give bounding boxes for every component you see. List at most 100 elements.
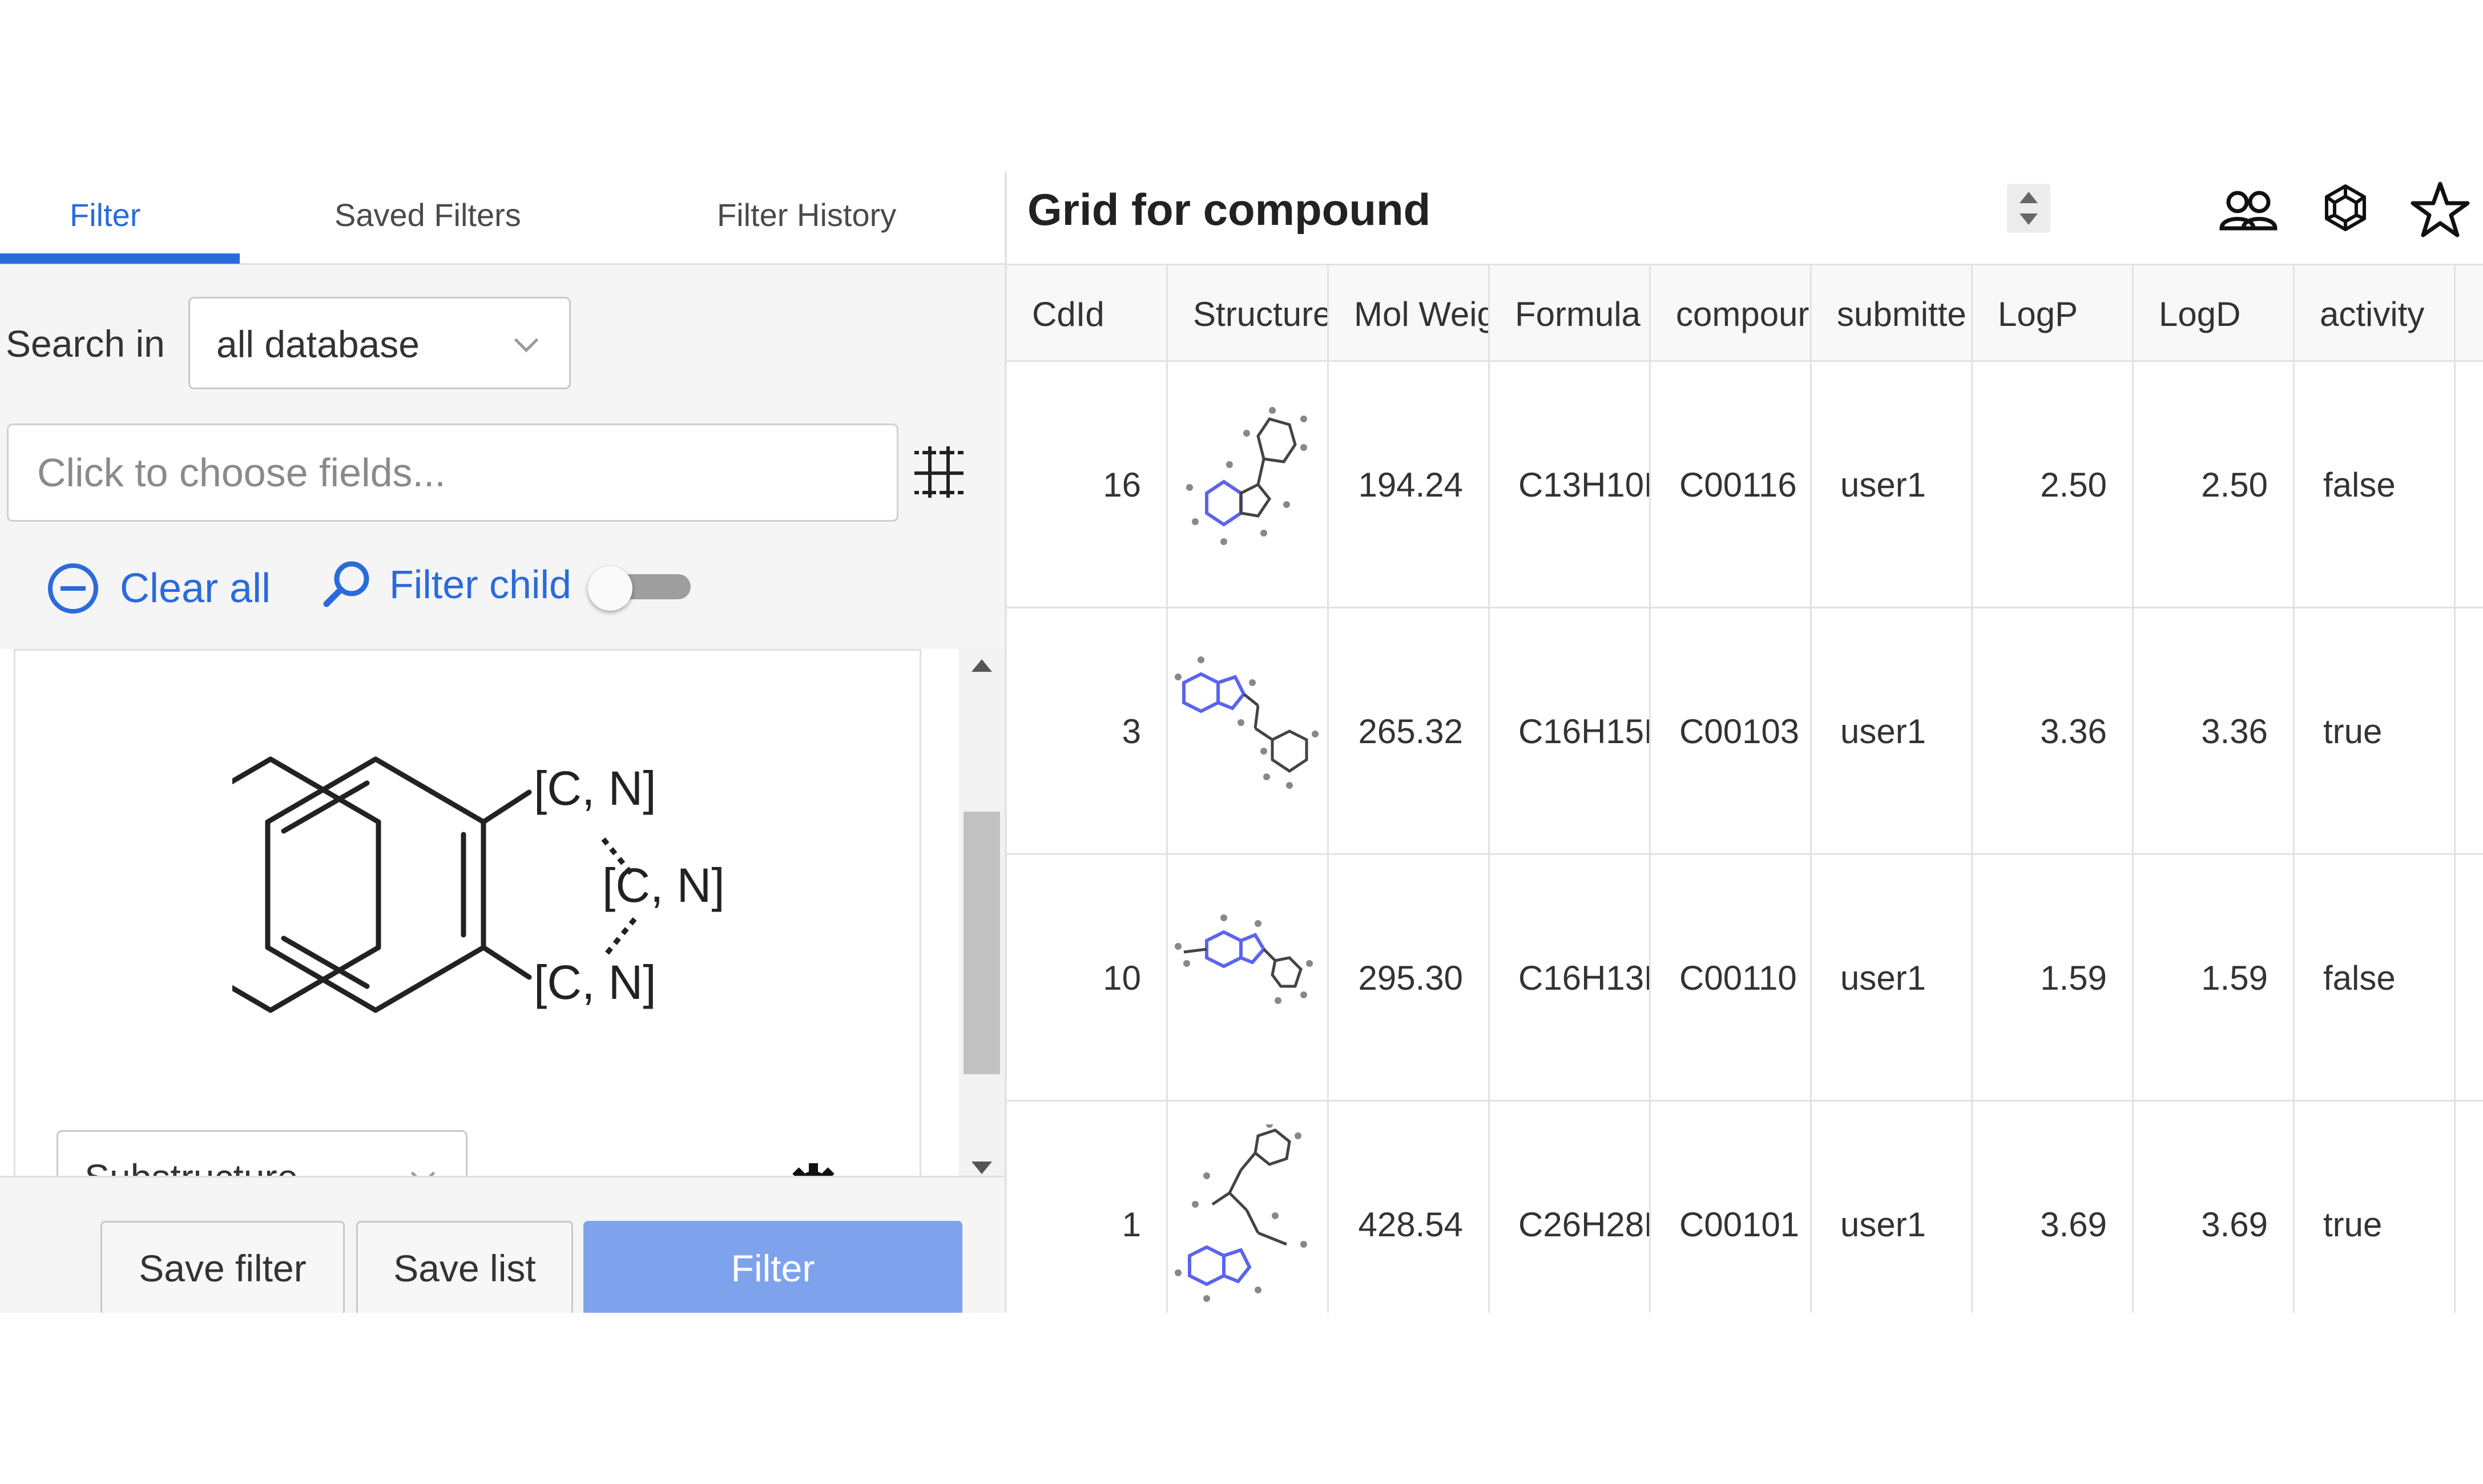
cell-cdid: 10 bbox=[1007, 855, 1168, 1102]
cell-next bbox=[2456, 855, 2483, 1102]
cell-compound: C00103 bbox=[1651, 608, 1812, 855]
table-row[interactable]: 10 295.30 C16H13N C00110 user1 1.59 1.59… bbox=[1007, 855, 2483, 1102]
scroll-down-arrow-icon[interactable] bbox=[972, 1162, 992, 1174]
cell-structure[interactable] bbox=[1168, 1102, 1329, 1313]
filter-actions: Save filter Save list Filter bbox=[0, 1176, 1005, 1313]
filter-child-label: Filter child bbox=[389, 562, 571, 607]
cell-next bbox=[2456, 1102, 2483, 1313]
filter-child-toggle[interactable] bbox=[588, 566, 691, 611]
cell-structure[interactable] bbox=[1168, 362, 1329, 608]
cell-submitter: user1 bbox=[1812, 362, 1973, 608]
table-row[interactable]: 16 194.24 C13H10N C00116 user1 2.50 2.50… bbox=[1007, 362, 2483, 608]
table-row[interactable]: 1 428.54 C26H28N C00101 user1 3.69 3.69 … bbox=[1007, 1102, 2483, 1313]
column-header-submitter[interactable]: submitte bbox=[1812, 265, 1973, 364]
chevron-down-icon bbox=[514, 328, 539, 353]
cell-submitter: user1 bbox=[1812, 855, 1973, 1102]
field-grid-icon[interactable] bbox=[913, 446, 965, 498]
structure-thumbnail bbox=[1175, 1124, 1307, 1302]
cell-formula: C16H13N bbox=[1490, 855, 1651, 1102]
column-header-formula[interactable]: Formula bbox=[1490, 265, 1651, 364]
cell-cdid: 1 bbox=[1007, 1102, 1168, 1313]
cell-structure[interactable] bbox=[1168, 855, 1329, 1102]
cell-logp: 3.69 bbox=[1973, 1102, 2134, 1313]
cell-activity: false bbox=[2295, 362, 2456, 608]
cell-logd: 3.69 bbox=[2134, 1102, 2295, 1313]
cell-logd: 1.59 bbox=[2134, 855, 2295, 1102]
cell-formula: C26H28N bbox=[1490, 1102, 1651, 1313]
filter-panel: Filter Saved Filters Filter History Sear… bbox=[0, 171, 1005, 1313]
cell-cdid: 3 bbox=[1007, 608, 1168, 855]
cell-logd: 3.36 bbox=[2134, 608, 2295, 855]
filter-tabs: Filter Saved Filters Filter History bbox=[0, 171, 1005, 265]
column-header-compound[interactable]: compour bbox=[1651, 265, 1812, 364]
clear-all-label: Clear all bbox=[120, 566, 271, 611]
cell-submitter: user1 bbox=[1812, 608, 1973, 855]
cell-compound: C00110 bbox=[1651, 855, 1812, 1102]
table-row[interactable]: 3 265.32 C16H15N C00103 user1 3.36 3.36 … bbox=[1007, 608, 2483, 855]
cell-logp: 1.59 bbox=[1973, 855, 2134, 1102]
molecule-icon[interactable] bbox=[2314, 179, 2377, 242]
benzene-ring: [C, N] [C, N] [C, N] bbox=[265, 756, 725, 1013]
cell-formula: C13H10N bbox=[1490, 362, 1651, 608]
sort-toggle[interactable] bbox=[2007, 184, 2050, 233]
users-icon[interactable] bbox=[2217, 179, 2280, 242]
query-atom-mid: [C, N] bbox=[602, 858, 725, 912]
cell-mol-weight: 428.54 bbox=[1329, 1102, 1490, 1313]
column-header-mol-weight[interactable]: Mol Weig bbox=[1329, 265, 1490, 364]
cell-formula: C16H15N bbox=[1490, 608, 1651, 855]
cell-activity: false bbox=[2295, 855, 2456, 1102]
cell-next bbox=[2456, 362, 2483, 608]
structure-thumbnail bbox=[1175, 914, 1313, 1004]
search-in-label: Search in bbox=[6, 322, 165, 365]
grid-panel: Grid for compound CdId Structure Mol Wei… bbox=[1007, 171, 2483, 1313]
cell-submitter: user1 bbox=[1812, 1102, 1973, 1313]
save-list-button[interactable]: Save list bbox=[356, 1221, 573, 1313]
active-tab-indicator bbox=[0, 253, 240, 264]
filter-controls: Search in all database Cle bbox=[0, 265, 1005, 649]
compound-grid: CdId Structure Mol Weig Formula compour … bbox=[1007, 264, 2483, 1313]
cell-activity: true bbox=[2295, 1102, 2456, 1313]
column-header-next[interactable] bbox=[2456, 265, 2483, 364]
cell-activity: true bbox=[2295, 608, 2456, 855]
column-header-logd[interactable]: LogD bbox=[2134, 265, 2295, 364]
column-header-logp[interactable]: LogP bbox=[1973, 265, 2134, 364]
cell-mol-weight: 194.24 bbox=[1329, 362, 1490, 608]
choose-fields-input[interactable] bbox=[7, 424, 898, 522]
structure-thumbnail bbox=[1175, 656, 1319, 789]
cell-mol-weight: 265.32 bbox=[1329, 608, 1490, 855]
query-structure-editor[interactable]: [C, N] [C, N] [C, N] Substructure bbox=[14, 649, 921, 1185]
search-icon bbox=[323, 561, 369, 607]
query-atom-top: [C, N] bbox=[534, 761, 656, 815]
filter-child-button[interactable]: Filter child bbox=[320, 553, 571, 616]
star-icon[interactable] bbox=[2409, 179, 2472, 242]
tab-filter-history[interactable]: Filter History bbox=[717, 196, 896, 233]
tab-filter[interactable]: Filter bbox=[70, 196, 140, 233]
cell-structure[interactable] bbox=[1168, 608, 1329, 855]
cell-compound: C00101 bbox=[1651, 1102, 1812, 1313]
cell-next bbox=[2456, 608, 2483, 855]
cell-compound: C00116 bbox=[1651, 362, 1812, 608]
clear-all-button[interactable]: Clear all bbox=[46, 557, 271, 620]
sort-up-icon bbox=[2020, 192, 2038, 203]
cell-cdid: 16 bbox=[1007, 362, 1168, 608]
toggle-knob bbox=[588, 566, 632, 611]
sort-down-icon bbox=[2020, 213, 2038, 225]
column-header-activity[interactable]: activity bbox=[2295, 265, 2456, 364]
cell-logp: 3.36 bbox=[1973, 608, 2134, 855]
structure-scrollbar[interactable] bbox=[959, 649, 1005, 1185]
cell-mol-weight: 295.30 bbox=[1329, 855, 1490, 1102]
cell-logd: 2.50 bbox=[2134, 362, 2295, 608]
database-select[interactable]: all database bbox=[188, 297, 571, 389]
database-select-value: all database bbox=[216, 323, 420, 365]
scroll-thumb[interactable] bbox=[964, 812, 1000, 1074]
structure-thumbnail bbox=[1186, 407, 1307, 545]
minus-circle-icon bbox=[48, 563, 98, 614]
filter-button[interactable]: Filter bbox=[583, 1221, 962, 1313]
column-header-cdid[interactable]: CdId bbox=[1007, 265, 1168, 364]
tab-saved-filters[interactable]: Saved Filters bbox=[334, 196, 521, 233]
column-header-structure[interactable]: Structure bbox=[1168, 265, 1329, 364]
save-filter-button[interactable]: Save filter bbox=[100, 1221, 345, 1313]
scroll-up-arrow-icon[interactable] bbox=[972, 659, 992, 672]
grid-header: CdId Structure Mol Weig Formula compour … bbox=[1007, 264, 2483, 364]
cell-logp: 2.50 bbox=[1973, 362, 2134, 608]
